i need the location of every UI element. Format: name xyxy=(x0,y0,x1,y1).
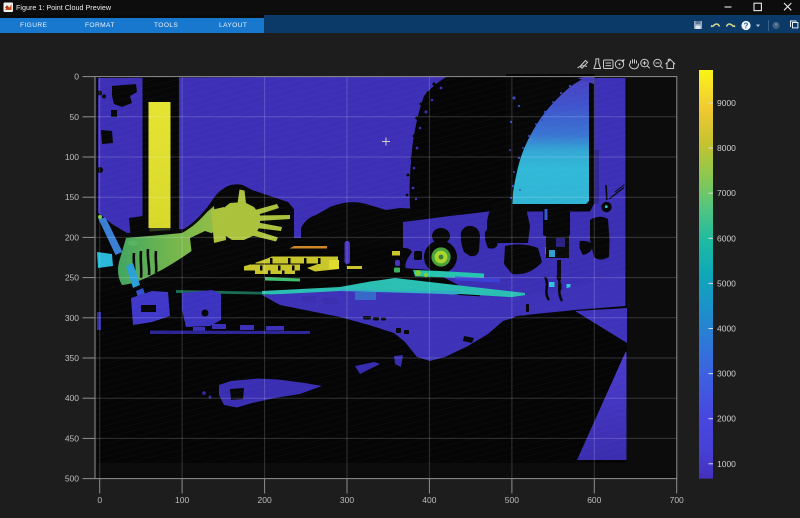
svg-text:200: 200 xyxy=(258,495,272,505)
svg-text:50: 50 xyxy=(70,112,80,122)
svg-text:250: 250 xyxy=(65,273,79,283)
svg-text:200: 200 xyxy=(65,232,79,242)
svg-text:350: 350 xyxy=(65,353,79,363)
svg-text:0: 0 xyxy=(74,72,79,82)
svg-text:3000: 3000 xyxy=(717,369,736,379)
svg-text:?: ? xyxy=(744,21,749,30)
svg-text:100: 100 xyxy=(65,152,79,162)
svg-text:9000: 9000 xyxy=(717,98,736,108)
svg-text:600: 600 xyxy=(587,495,601,505)
svg-text:5000: 5000 xyxy=(717,278,736,288)
svg-text:500: 500 xyxy=(65,474,79,484)
svg-text:300: 300 xyxy=(340,495,354,505)
svg-text:8000: 8000 xyxy=(717,143,736,153)
svg-text:4000: 4000 xyxy=(717,324,736,334)
svg-text:0: 0 xyxy=(97,495,102,505)
svg-text:150: 150 xyxy=(65,192,79,202)
svg-text:450: 450 xyxy=(65,433,79,443)
svg-text:400: 400 xyxy=(65,393,79,403)
svg-text:300: 300 xyxy=(65,313,79,323)
svg-text:500: 500 xyxy=(505,495,519,505)
svg-text:6000: 6000 xyxy=(717,233,736,243)
svg-text:2000: 2000 xyxy=(717,414,736,424)
svg-text:1000: 1000 xyxy=(717,459,736,469)
svg-text:7000: 7000 xyxy=(717,188,736,198)
svg-text:100: 100 xyxy=(175,495,189,505)
svg-text:700: 700 xyxy=(670,495,684,505)
svg-text:400: 400 xyxy=(422,495,436,505)
